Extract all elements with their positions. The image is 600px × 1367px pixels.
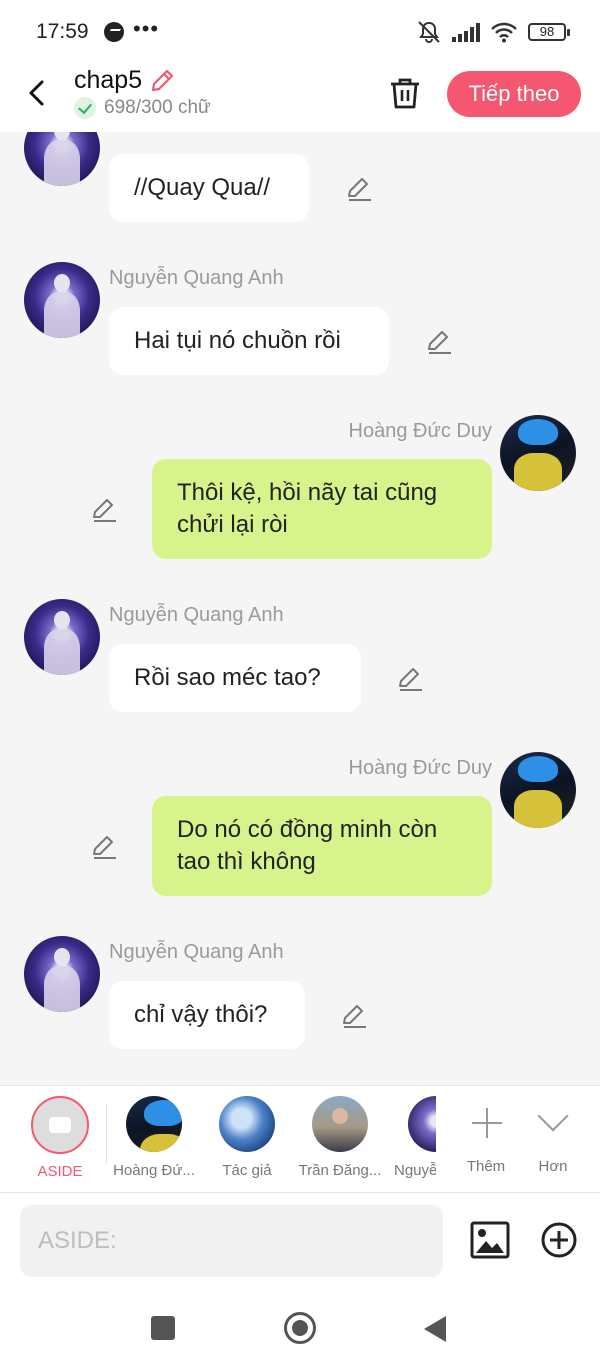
back-icon[interactable]	[424, 1316, 446, 1342]
message-line: Do nó có đồng minh còn	[177, 816, 438, 843]
picker-label: Nguyễ	[394, 1162, 436, 1179]
title-block: chap5 698/300 chữ	[74, 66, 211, 119]
message-line: tao thì không	[177, 848, 316, 875]
edit-message-icon[interactable]	[90, 495, 118, 523]
picker-label: Hơn	[538, 1158, 568, 1175]
sender-name: Nguyễn Quang Anh	[109, 604, 284, 626]
picker-label: ASIDE	[37, 1163, 83, 1180]
sender-name: Nguyễn Quang Anh	[109, 941, 284, 963]
avatar[interactable]	[24, 936, 100, 1012]
edit-title-icon[interactable]	[148, 67, 176, 95]
picker-item-aside[interactable]: ASIDE	[15, 1096, 105, 1180]
back-arrow-icon[interactable]	[22, 76, 52, 110]
picker-divider	[106, 1104, 107, 1164]
picker-item-character[interactable]: Tác giả	[202, 1096, 292, 1179]
aside-icon	[31, 1096, 89, 1154]
avatar[interactable]	[24, 262, 100, 338]
picker-label: Tác giả	[222, 1162, 272, 1179]
picker-label: Hoàng Đứ...	[113, 1162, 195, 1179]
avatar	[312, 1096, 368, 1152]
word-count: 698/300 chữ	[104, 97, 211, 118]
character-picker: ASIDE Hoàng Đứ... Tác giả Trần Đăng... N…	[0, 1085, 600, 1193]
home-icon[interactable]	[284, 1312, 316, 1344]
message-bubble[interactable]: Do nó có đồng minh còn tao thì không	[152, 796, 492, 896]
add-circle-icon[interactable]	[540, 1221, 578, 1259]
avatar[interactable]	[24, 132, 100, 186]
edit-message-icon[interactable]	[425, 327, 453, 355]
system-nav-bar	[0, 1289, 600, 1367]
avatar	[126, 1096, 182, 1152]
signal-icon	[452, 22, 480, 42]
edit-message-icon[interactable]	[345, 174, 373, 202]
picker-item-more[interactable]: Hơn	[508, 1096, 598, 1175]
avatar	[408, 1096, 436, 1152]
check-icon	[74, 97, 96, 119]
message-line: chửi lại ròi	[177, 511, 288, 538]
picker-item-character[interactable]: Nguyễ	[388, 1096, 436, 1179]
message-bubble[interactable]: Hai tụi nó chuồn rồi	[109, 307, 389, 375]
picker-label: Trần Đăng...	[298, 1162, 382, 1179]
message-bubble[interactable]: //Quay Qua//	[109, 154, 309, 222]
chevron-down-icon	[525, 1096, 581, 1152]
image-icon[interactable]	[470, 1221, 510, 1259]
message-bubble[interactable]: chỉ vậy thôi?	[109, 981, 305, 1049]
chapter-title: chap5	[74, 66, 143, 94]
next-button[interactable]: Tiếp theo	[447, 71, 581, 117]
app-header: chap5 698/300 chữ Tiếp theo	[0, 62, 600, 132]
avatar[interactable]	[500, 752, 576, 828]
avatar[interactable]	[500, 415, 576, 491]
picker-item-character[interactable]: Hoàng Đứ...	[109, 1096, 199, 1179]
picker-item-character[interactable]: Trần Đăng...	[295, 1096, 385, 1179]
status-bar: 17:59 ••• 98	[0, 0, 600, 62]
sender-name: Hoàng Đức Duy	[348, 420, 492, 442]
status-time: 17:59	[36, 20, 89, 43]
avatar[interactable]	[24, 599, 100, 675]
plus-icon	[458, 1096, 514, 1152]
battery-icon: 98	[528, 23, 570, 41]
wifi-icon	[491, 22, 517, 43]
message-bubble[interactable]: Thôi kệ, hồi nãy tai cũng chửi lại ròi	[152, 459, 492, 559]
edit-message-icon[interactable]	[396, 664, 424, 692]
message-line: Thôi kệ, hồi nãy tai cũng	[177, 479, 438, 506]
composer	[0, 1193, 600, 1289]
message-input[interactable]	[20, 1205, 443, 1277]
message-bubble[interactable]: Rồi sao méc tao?	[109, 644, 361, 712]
more-notifications-icon: •••	[133, 16, 160, 41]
sender-name: Hoàng Đức Duy	[348, 757, 492, 779]
edit-message-icon[interactable]	[340, 1001, 368, 1029]
avatar	[219, 1096, 275, 1152]
chat-area[interactable]: //Quay Qua// Nguyễn Quang Anh Hai tụi nó…	[0, 132, 600, 1085]
trash-icon[interactable]	[388, 76, 422, 110]
mute-icon	[418, 21, 440, 44]
recents-icon[interactable]	[151, 1316, 175, 1340]
edit-message-icon[interactable]	[90, 832, 118, 860]
sender-name: Nguyễn Quang Anh	[109, 267, 284, 289]
messenger-icon	[104, 22, 124, 42]
